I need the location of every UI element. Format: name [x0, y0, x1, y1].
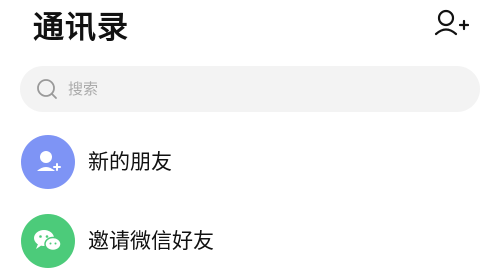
new-friends-avatar: [21, 135, 75, 189]
search-input[interactable]: [68, 80, 448, 98]
list-item-label: 新的朋友: [88, 150, 172, 174]
add-contact-button[interactable]: [433, 8, 470, 38]
list-item-label: 邀请微信好友: [88, 229, 214, 253]
wechat-chat-icon: [34, 230, 62, 252]
page-title: 通讯录: [33, 10, 129, 46]
person-add-icon: [434, 9, 470, 36]
list-item-invite-wechat[interactable]: 邀请微信好友: [0, 212, 500, 272]
search-bar[interactable]: [20, 66, 480, 112]
list-item-new-friends[interactable]: 新的朋友: [0, 133, 500, 193]
person-add-icon: [37, 151, 61, 171]
search-icon: [37, 79, 57, 99]
invite-wechat-avatar: [21, 214, 75, 268]
